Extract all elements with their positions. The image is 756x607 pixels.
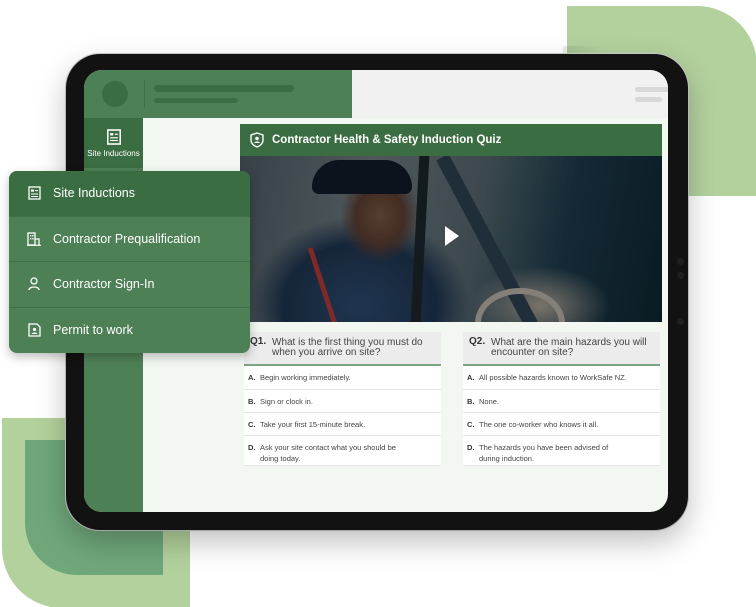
document-list-icon (106, 129, 121, 145)
answer-text: None. (479, 396, 500, 406)
menu-item-label: Site Inductions (53, 186, 135, 201)
user-icon (27, 277, 41, 291)
menu-item-contractor-sign-in[interactable]: Contractor Sign-In (9, 262, 250, 308)
answer-option[interactable]: A. All possible hazards known to WorkSafe… (463, 366, 660, 390)
building-icon (27, 232, 41, 246)
document-list-icon (27, 186, 41, 200)
question-text: What is the first thing you must do when… (272, 337, 423, 358)
header-subtitle-placeholder (154, 98, 238, 103)
answer-option[interactable]: A. Begin working immediately. (244, 366, 441, 390)
shield-user-icon (250, 132, 264, 148)
avatar[interactable] (102, 81, 128, 107)
tablet-sensor (677, 272, 684, 279)
answer-text: Take your first 15-minute break. (260, 419, 366, 429)
answer-text: All possible hazards known to WorkSafe N… (479, 373, 627, 382)
question-card-2: Q2. What are the main hazards you will e… (463, 332, 660, 466)
question-header: Q2. What are the main hazards you will e… (463, 332, 660, 366)
video-player[interactable] (240, 156, 662, 322)
answer-option[interactable]: D. Ask your site contact what you should … (244, 436, 441, 466)
answer-option[interactable]: D. The hazards you have been advised of d… (463, 436, 660, 466)
answer-option[interactable]: B. None. (463, 390, 660, 413)
answer-key: B. (467, 396, 475, 406)
menu-item-permit-to-work[interactable]: Permit to work (9, 308, 250, 354)
answer-key: C. (248, 419, 256, 429)
question-card-1: Q1. What is the first thing you must do … (244, 332, 441, 466)
app-header-right (352, 70, 668, 118)
menu-item-site-inductions[interactable]: Site Inductions (9, 171, 250, 217)
menu-item-label: Contractor Prequalification (53, 231, 201, 246)
answer-option[interactable]: C. Take your first 15-minute break. (244, 413, 441, 436)
answer-text: Sign or clock in. (260, 396, 313, 406)
navigation-menu: Site Inductions Contractor Prequalificat… (9, 171, 250, 353)
question-number: Q1. (250, 336, 267, 347)
header-title-placeholder (154, 85, 294, 92)
question-text: What are the main hazards you will encou… (491, 337, 647, 358)
play-icon[interactable] (445, 226, 459, 246)
answer-option[interactable]: B. Sign or clock in. (244, 390, 441, 413)
quiz-title: Contractor Health & Safety Induction Qui… (272, 134, 502, 146)
header-placeholder-line (635, 97, 662, 102)
question-number: Q2. (469, 336, 486, 347)
answer-text: Begin working immediately. (260, 373, 351, 382)
sidebar-item-label: Site Inductions (87, 149, 140, 158)
header-divider (144, 80, 145, 108)
menu-item-label: Contractor Sign-In (53, 277, 155, 292)
answer-key: A. (467, 373, 475, 382)
answer-text: Ask your site contact what you should be… (260, 443, 396, 463)
menu-item-label: Permit to work (53, 323, 133, 338)
app-header (84, 70, 352, 118)
header-placeholder-line (635, 87, 668, 92)
answer-text: The one co-worker who knows it all. (479, 419, 599, 429)
answer-key: C. (467, 419, 475, 429)
answer-key: B. (248, 396, 256, 406)
sidebar-item-site-inductions[interactable]: Site Inductions (84, 118, 143, 168)
permit-badge-icon (27, 323, 41, 337)
answer-text: The hazards you have been advised of dur… (479, 443, 609, 463)
question-header: Q1. What is the first thing you must do … (244, 332, 441, 366)
quiz-header: Contractor Health & Safety Induction Qui… (240, 124, 662, 156)
answer-key: D. (467, 443, 475, 452)
answer-key: D. (248, 443, 256, 452)
answer-key: A. (248, 373, 256, 382)
menu-item-contractor-prequalification[interactable]: Contractor Prequalification (9, 217, 250, 262)
tablet-sensor (677, 318, 684, 325)
answer-option[interactable]: C. The one co-worker who knows it all. (463, 413, 660, 436)
tablet-sensor (677, 258, 684, 265)
